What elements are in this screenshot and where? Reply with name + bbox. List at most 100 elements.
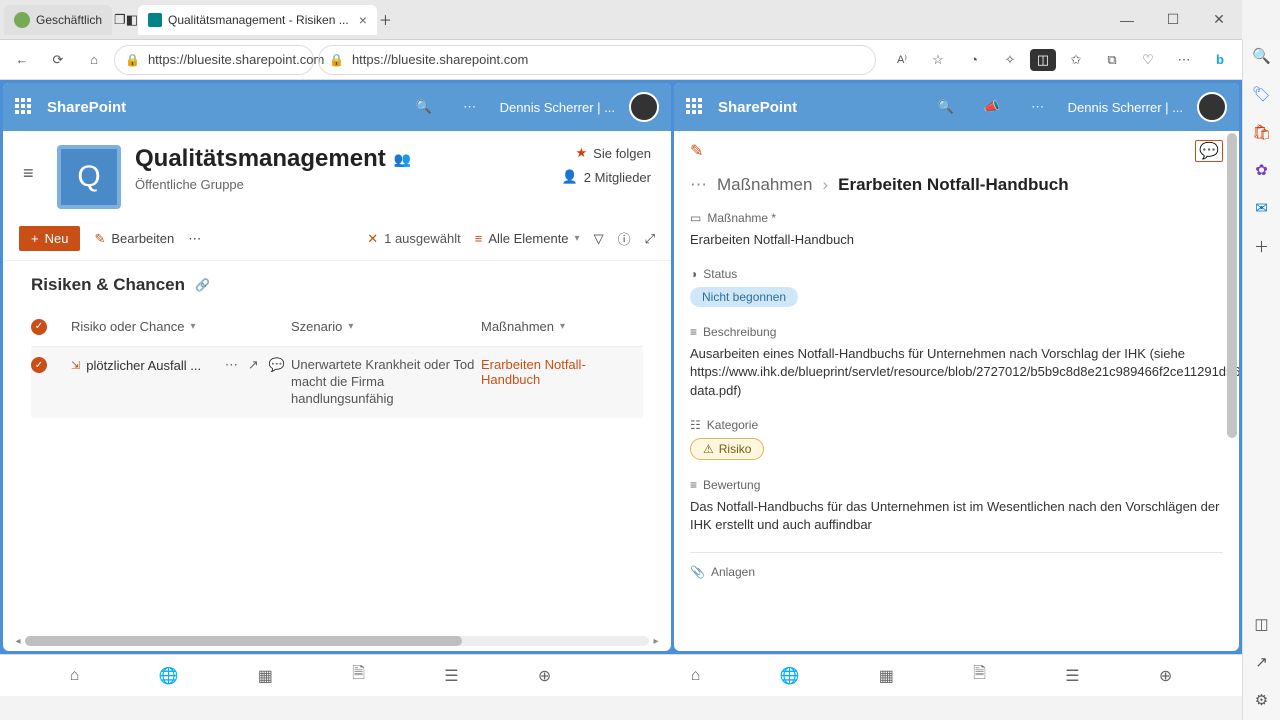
column-scenario[interactable]: Szenario▾: [291, 319, 481, 334]
copilot-small-icon[interactable]: ◔: [958, 44, 990, 76]
settings-menu-icon[interactable]: ⋯: [1168, 44, 1200, 76]
comments-button[interactable]: 💬: [1195, 140, 1223, 162]
refresh-button[interactable]: ⟳: [42, 44, 74, 76]
outlook-sidebar-icon[interactable]: ✉: [1252, 198, 1272, 218]
file-nav-icon[interactable]: 🗎: [973, 662, 986, 689]
workspaces-icon[interactable]: ❐: [114, 12, 126, 28]
tools-sidebar-icon[interactable]: ✿: [1252, 160, 1272, 180]
open-sidebar-icon[interactable]: ↗: [1252, 652, 1272, 672]
minimize-button[interactable]: ―: [1104, 0, 1150, 40]
field-value[interactable]: Das Notfall-Handbuchs für das Unternehme…: [690, 498, 1223, 534]
row-checkbox[interactable]: ✓: [31, 357, 47, 373]
more-actions-icon[interactable]: ⋯: [188, 231, 201, 247]
expand-icon[interactable]: ⤢: [645, 231, 655, 247]
breadcrumb-more-icon[interactable]: ⋯: [690, 175, 707, 195]
maximize-button[interactable]: ☐: [1150, 0, 1196, 40]
row-more-icon[interactable]: ⋯: [225, 357, 238, 373]
scroll-right-icon[interactable]: ▸: [649, 636, 663, 647]
extensions-icon[interactable]: ✧: [994, 44, 1026, 76]
scroll-left-icon[interactable]: ◂: [11, 636, 25, 647]
search-sidebar-icon[interactable]: 🔍: [1252, 46, 1272, 66]
read-aloud-icon[interactable]: A⁾: [886, 44, 918, 76]
url-field-right[interactable]: 🔒 https://bluesite.sharepoint.com: [318, 45, 876, 75]
add-nav-icon[interactable]: ⊕: [538, 666, 551, 686]
measure-link[interactable]: Erarbeiten Notfall-Handbuch: [481, 357, 631, 387]
comment-icon[interactable]: 💬: [269, 357, 285, 373]
search-icon[interactable]: 🔍: [930, 99, 962, 115]
add-nav-icon[interactable]: ⊕: [1159, 666, 1172, 686]
sharepoint-brand[interactable]: SharePoint: [47, 99, 126, 116]
user-avatar[interactable]: [1197, 92, 1227, 122]
url-field-left[interactable]: 🔒 https://bluesite.sharepoint.com: [114, 45, 314, 75]
status-pill[interactable]: Nicht begonnen: [690, 287, 798, 307]
share-icon[interactable]: ↗: [248, 357, 259, 373]
column-measure[interactable]: Maßnahmen▾: [481, 319, 631, 334]
globe-nav-icon[interactable]: 🌐: [780, 666, 800, 686]
edit-item-button[interactable]: ✎: [690, 141, 703, 161]
home-button[interactable]: ⌂: [78, 44, 110, 76]
list-nav-icon[interactable]: ☰: [444, 666, 458, 686]
list-link-icon[interactable]: 🔗: [195, 278, 210, 292]
filter-icon[interactable]: ▽: [594, 231, 604, 247]
list-name: Risiken & Chancen: [31, 275, 185, 295]
collections-icon[interactable]: ⧉: [1096, 44, 1128, 76]
list-nav-icon[interactable]: ☰: [1065, 666, 1079, 686]
column-risk[interactable]: Risiko oder Chance▾: [71, 319, 291, 334]
user-avatar[interactable]: [629, 92, 659, 122]
select-all-checkbox[interactable]: ✓: [31, 319, 47, 335]
table-row[interactable]: ✓ ⇲ plötzlicher Ausfall ... ⋯ ↗ 💬 Unerwa…: [31, 347, 643, 418]
back-button[interactable]: ←: [6, 44, 38, 76]
tag-sidebar-icon[interactable]: 🏷: [1252, 84, 1272, 104]
bing-icon[interactable]: b: [1204, 44, 1236, 76]
panel-sidebar-icon[interactable]: ◫: [1252, 614, 1272, 634]
user-name[interactable]: Dennis Scherrer | ...: [1068, 100, 1183, 115]
search-icon[interactable]: 🔍: [408, 99, 440, 115]
edit-button[interactable]: ✎Bearbeiten: [94, 231, 174, 247]
selection-count[interactable]: ✕1 ausgewählt: [367, 231, 461, 247]
news-nav-icon[interactable]: ▦: [258, 666, 273, 686]
home-nav-icon[interactable]: ⌂: [70, 667, 80, 685]
more-icon[interactable]: ⋯: [1022, 99, 1054, 115]
app-launcher-icon[interactable]: [15, 98, 33, 116]
hamburger-icon[interactable]: ≡: [23, 163, 34, 184]
home-nav-icon[interactable]: ⌂: [691, 667, 701, 685]
field-value[interactable]: Ausarbeiten eines Notfall-Handbuchs für …: [690, 345, 1223, 400]
horizontal-scrollbar[interactable]: ◂ ▸: [11, 635, 663, 647]
split-screen-icon[interactable]: ◫: [1030, 49, 1056, 71]
settings-sidebar-icon[interactable]: ⚙: [1252, 690, 1272, 710]
add-sidebar-icon[interactable]: ＋: [1252, 236, 1272, 256]
favorites-bar-icon[interactable]: ✩: [1060, 44, 1092, 76]
new-button[interactable]: +Neu: [19, 226, 80, 251]
multiline-field-icon: ≡: [690, 478, 697, 492]
news-nav-icon[interactable]: ▦: [879, 666, 894, 686]
field-label: Bewertung: [703, 478, 760, 492]
members-text[interactable]: 2 Mitglieder: [584, 170, 651, 185]
sharepoint-brand[interactable]: SharePoint: [718, 99, 797, 116]
browser-essentials-icon[interactable]: ♡: [1132, 44, 1164, 76]
globe-nav-icon[interactable]: 🌐: [159, 666, 179, 686]
clear-selection-icon[interactable]: ✕: [367, 231, 378, 247]
app-launcher-icon[interactable]: [686, 98, 704, 116]
profile-tab[interactable]: Geschäftlich: [4, 5, 112, 35]
chevron-down-icon: ▾: [575, 233, 580, 244]
user-name[interactable]: Dennis Scherrer | ...: [500, 100, 615, 115]
favorite-icon[interactable]: ☆: [922, 44, 954, 76]
vertical-tabs-icon[interactable]: ◧: [126, 12, 138, 28]
category-pill[interactable]: ⚠Risiko: [690, 438, 764, 460]
teams-icon[interactable]: 👥: [394, 151, 411, 168]
field-value[interactable]: Erarbeiten Notfall-Handbuch: [690, 231, 1223, 249]
vertical-scrollbar[interactable]: [1227, 133, 1237, 641]
megaphone-icon[interactable]: 📣: [976, 99, 1008, 115]
shopping-sidebar-icon[interactable]: 🛍: [1252, 122, 1272, 142]
new-tab-button[interactable]: ＋: [379, 10, 392, 29]
follow-text[interactable]: Sie folgen: [593, 146, 651, 161]
file-nav-icon[interactable]: 🗎: [352, 662, 365, 689]
view-selector[interactable]: ≡Alle Elemente▾: [475, 231, 580, 246]
info-icon[interactable]: ⓘ: [618, 229, 631, 248]
breadcrumb-parent[interactable]: Maßnahmen: [717, 175, 812, 195]
close-window-button[interactable]: ✕: [1196, 0, 1242, 40]
more-icon[interactable]: ⋯: [454, 99, 486, 115]
browser-tab-active[interactable]: Qualitätsmanagement - Risiken ... ×: [138, 5, 377, 35]
star-icon[interactable]: ★: [576, 145, 588, 161]
close-tab-icon[interactable]: ×: [359, 12, 367, 28]
